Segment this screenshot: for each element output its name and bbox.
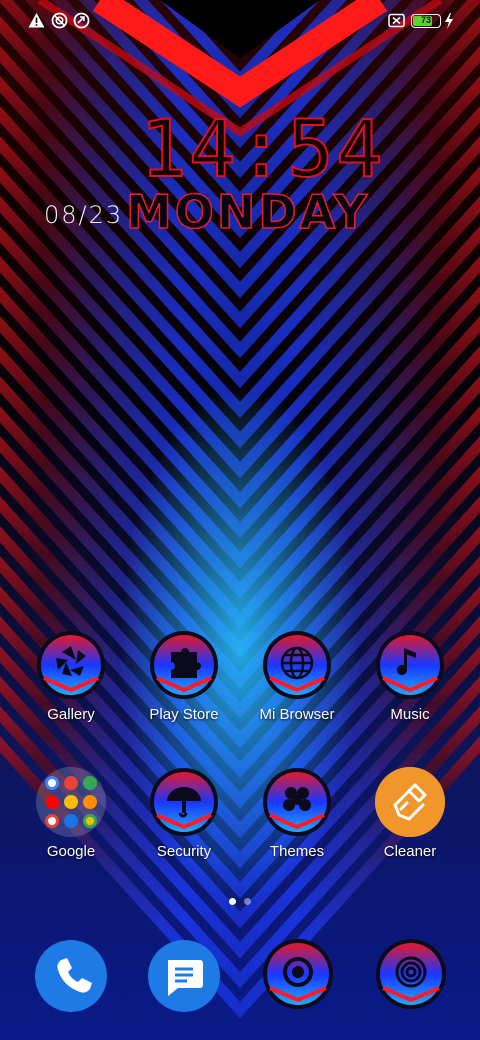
app-label: Music [390, 706, 430, 723]
sim-off-icon [388, 13, 405, 28]
youtube-icon [45, 795, 59, 809]
app-play-store[interactable]: Play Store [128, 630, 240, 746]
app-google-folder[interactable]: Google [15, 767, 127, 883]
clock-date[interactable]: 08/23 [44, 200, 124, 230]
page-indicator[interactable] [224, 897, 256, 907]
settings-app[interactable] [375, 938, 447, 1010]
phone-icon [57, 958, 92, 993]
messages-icon [168, 960, 203, 996]
battery-icon: 73 [411, 14, 441, 28]
do-not-disturb-icon [51, 12, 68, 29]
battery-level: 73 [420, 15, 431, 25]
meet-icon [64, 814, 78, 828]
drive-icon [64, 795, 78, 809]
data-saver-icon [73, 12, 90, 29]
gallery-icon [36, 630, 106, 700]
app-label: Gallery [47, 706, 95, 723]
security-icon [149, 767, 219, 837]
phone-app[interactable] [35, 940, 107, 1012]
app-label: Google [46, 843, 96, 860]
duo-icon [45, 814, 59, 828]
warning-icon [28, 13, 45, 28]
cleaner-brush-icon [375, 767, 445, 837]
app-label: Play Store [149, 706, 219, 723]
play-store-icon [149, 630, 219, 700]
app-label: Themes [269, 843, 325, 860]
app-themes[interactable]: Themes [241, 767, 353, 883]
photos-icon [83, 814, 97, 828]
status-bar: 73 [0, 0, 480, 42]
app-security[interactable]: Security [128, 767, 240, 883]
page-dot[interactable] [244, 898, 251, 905]
app-mi-browser[interactable]: Mi Browser [241, 630, 353, 746]
clock-time[interactable]: 14:54 [139, 107, 384, 193]
clock-day[interactable]: MONDAY [125, 185, 446, 239]
folder-apps [45, 776, 97, 828]
page-dot-active[interactable] [229, 898, 236, 905]
settings-icon [376, 939, 446, 1009]
play-movies-icon [83, 795, 97, 809]
app-music[interactable]: Music [354, 630, 466, 746]
google-icon [45, 776, 59, 790]
music-note-icon [375, 630, 445, 700]
camera-icon [263, 939, 333, 1009]
google-folder-icon [36, 767, 106, 837]
app-label: Mi Browser [259, 706, 335, 723]
globe-icon [262, 630, 332, 700]
themes-icon [262, 767, 332, 837]
app-label: Security [156, 843, 212, 860]
gmail-icon [64, 776, 78, 790]
charging-icon [445, 13, 453, 29]
messages-app[interactable] [148, 940, 220, 1012]
app-cleaner[interactable]: Cleaner [354, 767, 466, 883]
app-label: Cleaner [383, 843, 437, 860]
app-gallery[interactable]: Gallery [15, 630, 127, 746]
camera-app[interactable] [262, 938, 334, 1010]
maps-icon [83, 776, 97, 790]
